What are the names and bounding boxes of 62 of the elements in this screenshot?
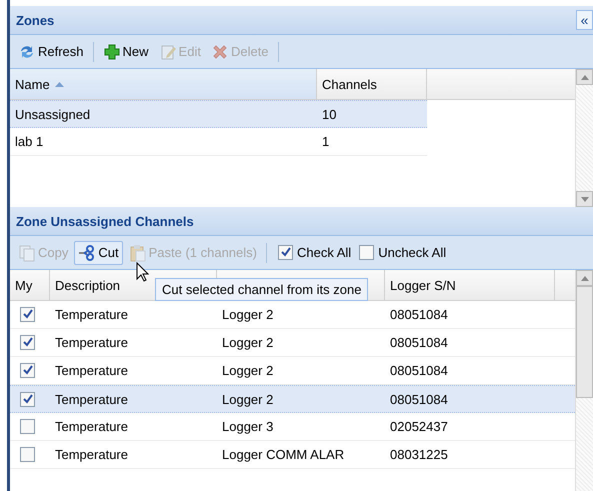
checkbox-label: Uncheck All <box>378 245 446 260</box>
table-cell-text: Logger 3 <box>221 418 274 436</box>
copy-icon <box>18 244 36 262</box>
scroll-up-icon <box>580 276 588 280</box>
column-header[interactable]: My <box>10 270 50 300</box>
table-cell-text: Temperature <box>54 418 129 436</box>
panel-title: Zone Unsassigned Channels <box>16 214 194 228</box>
table-cell-text: Logger 2 <box>221 390 274 409</box>
checkbox-label: Check All <box>297 245 352 260</box>
edit-icon <box>158 42 177 60</box>
collapse-button[interactable]: « <box>576 10 593 30</box>
column-header[interactable]: Name <box>10 69 317 99</box>
checkbox[interactable] <box>20 363 35 378</box>
table-cell-text: Logger 2 <box>221 306 274 324</box>
toolbar-button[interactable]: New <box>98 40 153 64</box>
scrollbar[interactable] <box>575 270 593 491</box>
table-cell-text: 10 <box>321 106 338 124</box>
checkbox[interactable] <box>20 419 35 434</box>
table-cell-text: 08031225 <box>389 446 449 464</box>
table-cell-text: Temperature <box>54 306 129 324</box>
table-cell-text: Temperature <box>54 446 129 464</box>
toolbar-button[interactable]: Refresh <box>14 40 88 64</box>
table-cell-text: Temperature <box>54 362 129 380</box>
table-row[interactable]: Temperature Logger COMM ALAR 08031225 <box>10 441 575 469</box>
tooltip: Cut selected channel from its zone <box>155 278 368 301</box>
scroll-up-icon <box>580 74 588 80</box>
scissors-icon <box>78 244 96 262</box>
table-cell-text: Temperature <box>54 334 129 352</box>
table-cell-text: Unsassigned <box>14 106 92 124</box>
panel-title: Zones <box>16 12 54 28</box>
table-row[interactable]: Temperature Logger 2 08051084 <box>10 329 575 357</box>
table-cell-text: Logger 2 <box>221 362 274 380</box>
scroll-down-icon <box>580 196 588 202</box>
sort-ascending-icon <box>54 81 64 87</box>
table-cell-text: 08051084 <box>389 390 449 408</box>
column-header[interactable]: Channels <box>317 69 427 99</box>
plus-icon <box>102 42 121 60</box>
table-cell-text: 08051084 <box>389 362 449 380</box>
table-cell-text: 02052437 <box>389 418 449 436</box>
scrollbar[interactable] <box>575 69 593 207</box>
table-cell-text: Logger COMM ALAR <box>221 446 346 464</box>
column-header[interactable]: Logger S/N <box>385 270 555 300</box>
delete-icon <box>210 42 229 60</box>
checkbox[interactable] <box>20 307 35 322</box>
table-row[interactable]: Temperature Logger 2 08051084 <box>10 385 575 413</box>
table-row[interactable]: lab 1 1 <box>10 128 427 156</box>
checkbox[interactable] <box>20 447 35 462</box>
table-cell-text: Temperature <box>54 390 129 409</box>
checkbox[interactable] <box>20 392 35 406</box>
checkbox[interactable] <box>359 245 374 260</box>
clipboard-icon <box>128 244 147 262</box>
table-cell-text: Logger 2 <box>221 334 274 352</box>
checkbox[interactable] <box>278 245 293 260</box>
table-row[interactable]: Unsassigned 10 <box>10 100 427 128</box>
toolbar-button[interactable]: Cut <box>74 240 123 264</box>
checkbox[interactable] <box>20 335 35 350</box>
table-cell-text: 1 <box>321 133 330 151</box>
cursor-icon <box>136 262 149 282</box>
table-cell-text: lab 1 <box>14 133 44 151</box>
table-row[interactable]: Temperature Logger 3 02052437 <box>10 413 575 441</box>
table-cell-text: 08051084 <box>389 306 449 324</box>
table-cell-text: 08051084 <box>389 334 449 352</box>
